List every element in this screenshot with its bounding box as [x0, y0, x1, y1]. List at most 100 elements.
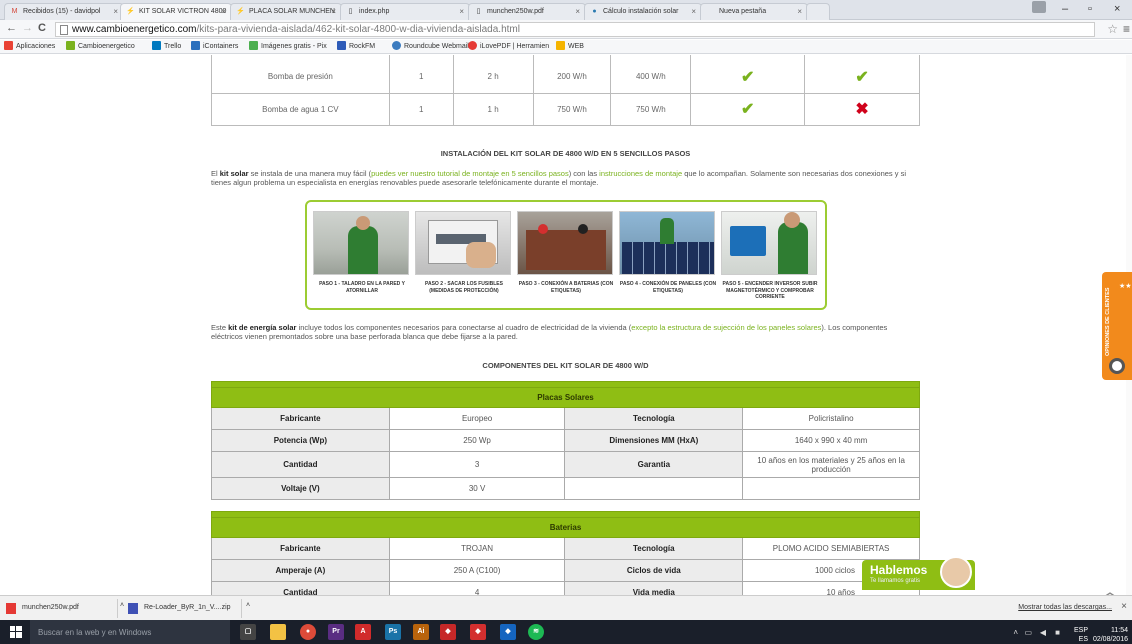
bookmark-roundcube[interactable]: Roundcube Webmail [392, 41, 469, 50]
check-icon: ✔ [741, 68, 755, 86]
close-icon[interactable]: × [575, 7, 580, 16]
table-row: Fabricante Europeo Tecnología Policrista… [211, 407, 920, 430]
placas-title: Placas Solares [211, 387, 920, 408]
check-icon: ✔ [741, 101, 755, 118]
clock[interactable]: 11:54 02/08/2016 [1090, 626, 1128, 644]
rockfm-icon [337, 41, 346, 50]
app-red-icon[interactable]: ◆ [440, 624, 456, 640]
bookmarks-bar: Aplicaciones Cambioenergetico Trello iCo… [0, 40, 1132, 54]
table-row: Bomba de agua 1 CV 1 1 h 750 W/h 750 W/h… [211, 92, 920, 126]
tutorial-link[interactable]: puedes ver nuestro tutorial de montaje e… [371, 169, 569, 178]
kit-paragraph: Este kit de energía solar incluye todos … [211, 323, 888, 341]
forward-icon[interactable]: → [22, 22, 33, 34]
tab-calculo[interactable]: ● Cálculo instalación solar × [584, 3, 702, 20]
bookmark-icontainers[interactable]: iContainers [191, 41, 238, 50]
task-view-icon[interactable]: ▢ [240, 624, 256, 640]
tab-munchen-pdf[interactable]: ▯ munchen250w.pdf × [468, 3, 586, 20]
step-2: PASO 2 - SACAR LOS FUSIBLES (MEDIDAS DE … [415, 211, 513, 294]
close-icon[interactable]: × [459, 7, 464, 16]
step-2-photo [415, 211, 511, 275]
close-icon[interactable]: × [797, 7, 802, 16]
instructions-link[interactable]: instrucciones de montaje [599, 169, 682, 178]
stars-icon: ★★★★★ [1119, 283, 1132, 290]
agent-avatar [940, 556, 972, 588]
tab-gmail[interactable]: M Recibidos (15) - davidpol × [4, 3, 124, 20]
illustrator-icon[interactable]: Ai [413, 624, 429, 640]
trello-icon [152, 41, 161, 50]
windows-start-icon[interactable] [10, 626, 22, 638]
table-row: Fabricante TROJAN Tecnología PLOMO ACIDO… [211, 537, 920, 560]
show-all-downloads-link[interactable]: Mostrar todas las descargas... [1018, 604, 1112, 611]
download-item[interactable]: munchen250w.pdf ˄ [0, 599, 124, 618]
notification-icon[interactable]: ■ [1055, 628, 1060, 637]
volume-icon[interactable]: ◀ [1040, 628, 1046, 637]
table-row: Potencia (Wp) 250 Wp Dimensiones MM (HxA… [211, 429, 920, 452]
back-icon[interactable]: ← [6, 22, 17, 34]
bookmark-aplicaciones[interactable]: Aplicaciones [4, 41, 55, 50]
chat-widget[interactable]: Hablemos Te llamamos gratis [862, 556, 975, 590]
install-heading: INSTALACIÓN DEL KIT SOLAR DE 4800 W/D EN… [440, 149, 691, 158]
bookmark-rockfm[interactable]: RockFM [337, 41, 375, 50]
tray-chevron-icon[interactable]: ˄ [1013, 628, 1018, 637]
gmail-icon: M [11, 8, 18, 15]
install-paragraph: El kit solar se instala de una manera mu… [211, 169, 907, 187]
tab-placa-solar[interactable]: ⚡ PLACA SOLAR MUNCHEN × [230, 3, 342, 20]
minimize-icon[interactable]: – [1062, 3, 1068, 15]
page-info-icon[interactable] [60, 25, 68, 35]
customer-reviews-widget[interactable]: OPINIONES DE CLIENTES ★★★★★ [1102, 272, 1132, 380]
heart-icon [468, 41, 477, 50]
page-icon: ▯ [348, 8, 353, 15]
taskbar-search-input[interactable]: Buscar en la web y en Windows [30, 620, 230, 644]
app-blue-icon[interactable]: ◆ [500, 624, 516, 640]
user-icon[interactable] [1032, 1, 1046, 13]
bookmark-cambioenergetico[interactable]: Cambioenergetico [66, 41, 135, 50]
url-input[interactable]: www.cambioenergetico.com/kits-para-vivie… [55, 22, 1095, 37]
language-indicator[interactable]: ESP ES [1074, 626, 1088, 644]
photoshop-icon[interactable]: Ps [385, 624, 401, 640]
close-icon[interactable]: × [331, 7, 336, 16]
file-explorer-icon[interactable] [270, 624, 286, 640]
table-row: Cantidad 4 Vida media 10 años [211, 581, 920, 595]
close-icon[interactable]: × [1121, 601, 1127, 612]
reload-icon[interactable]: C [38, 22, 46, 34]
address-toolbar: ← → C www.cambioenergetico.com/kits-para… [0, 20, 1132, 39]
table-row: Voltaje (V) 30 V [211, 477, 920, 500]
tab-kit-solar[interactable]: ⚡ KIT SOLAR VICTRON 4800 × [120, 3, 232, 20]
maximize-icon[interactable]: ▫ [1088, 3, 1092, 15]
step-5: PASO 5 - ENCENDER INVERSOR SUBIR MAGNETO… [721, 211, 819, 301]
tab-nueva[interactable]: Nueva pestaña × [700, 3, 808, 20]
check-icon: ✔ [855, 68, 869, 86]
cross-icon: ✖ [855, 101, 869, 118]
bookmark-pixabay[interactable]: Imágenes gratis - Pix [249, 41, 327, 50]
bookmark-star-icon[interactable]: ☆ [1107, 22, 1118, 36]
close-window-icon[interactable]: × [1114, 3, 1120, 15]
bookmark-web[interactable]: WEB [556, 41, 584, 50]
tab-index[interactable]: ▯ index.php × [340, 3, 470, 20]
structure-link[interactable]: excepto la estructura de sujección de lo… [631, 323, 821, 332]
close-icon[interactable]: × [221, 7, 226, 16]
spotify-icon[interactable]: ≋ [528, 624, 544, 640]
premiere-icon[interactable]: Pr [328, 624, 344, 640]
new-tab-button[interactable] [806, 3, 830, 20]
consumption-table: Bomba de presión 1 2 h 200 W/h 400 W/h ✔… [211, 55, 920, 126]
step-5-photo [721, 211, 817, 275]
menu-icon[interactable]: ≡ [1123, 22, 1130, 36]
network-icon[interactable]: ▭ [1024, 628, 1032, 637]
blank-icon [706, 8, 715, 16]
install-steps-panel: PASO 1 - TALADRO EN LA PARED Y ATORNILLA… [305, 200, 827, 310]
archive-icon [128, 603, 138, 614]
chrome-icon[interactable]: ● [300, 624, 316, 640]
app-green-icon[interactable]: ◆ [470, 624, 486, 640]
window-controls: – ▫ × [1022, 0, 1132, 20]
close-icon[interactable]: × [691, 7, 696, 16]
close-icon[interactable]: × [113, 7, 118, 16]
icontainers-icon [191, 41, 200, 50]
chevron-up-icon[interactable]: ˄ [246, 602, 250, 609]
downloads-bar: munchen250w.pdf ˄ Re-Loader_ByR_1n_V....… [0, 595, 1132, 620]
step-1-photo [313, 211, 409, 275]
bookmark-ilovepdf[interactable]: iLovePDF | Herramien [468, 41, 549, 50]
download-item[interactable]: Re-Loader_ByR_1n_V....zip ˄ [122, 599, 250, 618]
acrobat-icon[interactable]: A [355, 624, 371, 640]
image-icon [249, 41, 258, 50]
bookmark-trello[interactable]: Trello [152, 41, 181, 50]
